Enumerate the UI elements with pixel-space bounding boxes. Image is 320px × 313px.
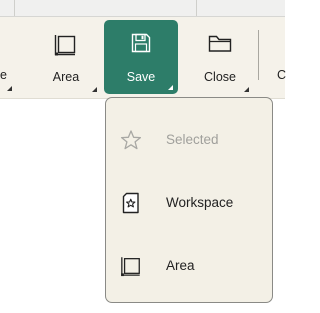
partial-button-label[interactable]: e: [0, 68, 7, 82]
dropdown-caret-icon[interactable]: [7, 86, 12, 91]
save-button[interactable]: Save: [104, 20, 178, 94]
menu-item-label: Selected: [166, 132, 219, 147]
partial-button-label-right[interactable]: C: [277, 68, 286, 82]
area-button[interactable]: Area: [38, 20, 94, 94]
workspace-icon: [122, 192, 139, 214]
folder-icon: [208, 35, 232, 52]
star-icon: [120, 130, 142, 150]
close-button-label: Close: [204, 70, 236, 84]
menu-item-label: Workspace: [166, 195, 234, 210]
close-dropdown-caret-icon[interactable]: [244, 87, 249, 92]
menu-item-workspace[interactable]: Workspace: [106, 181, 271, 225]
menu-item-area[interactable]: Area: [106, 244, 271, 288]
ribbon-separator: [258, 30, 259, 80]
save-dropdown-menu: Selected Workspace Area: [105, 97, 273, 303]
area-icon: [121, 257, 140, 277]
save-dropdown-caret-icon[interactable]: [168, 85, 173, 90]
menu-item-label: Area: [166, 258, 195, 273]
strip-divider: [14, 0, 15, 16]
title-strip: [0, 0, 285, 17]
close-button[interactable]: Close: [190, 20, 250, 94]
save-button-label: Save: [126, 70, 156, 84]
area-button-label: Area: [52, 70, 80, 84]
strip-divider: [196, 0, 197, 16]
area-icon: [54, 35, 76, 56]
menu-item-selected: Selected: [106, 118, 271, 162]
save-icon: [131, 33, 151, 53]
area-dropdown-caret-icon[interactable]: [92, 87, 97, 92]
